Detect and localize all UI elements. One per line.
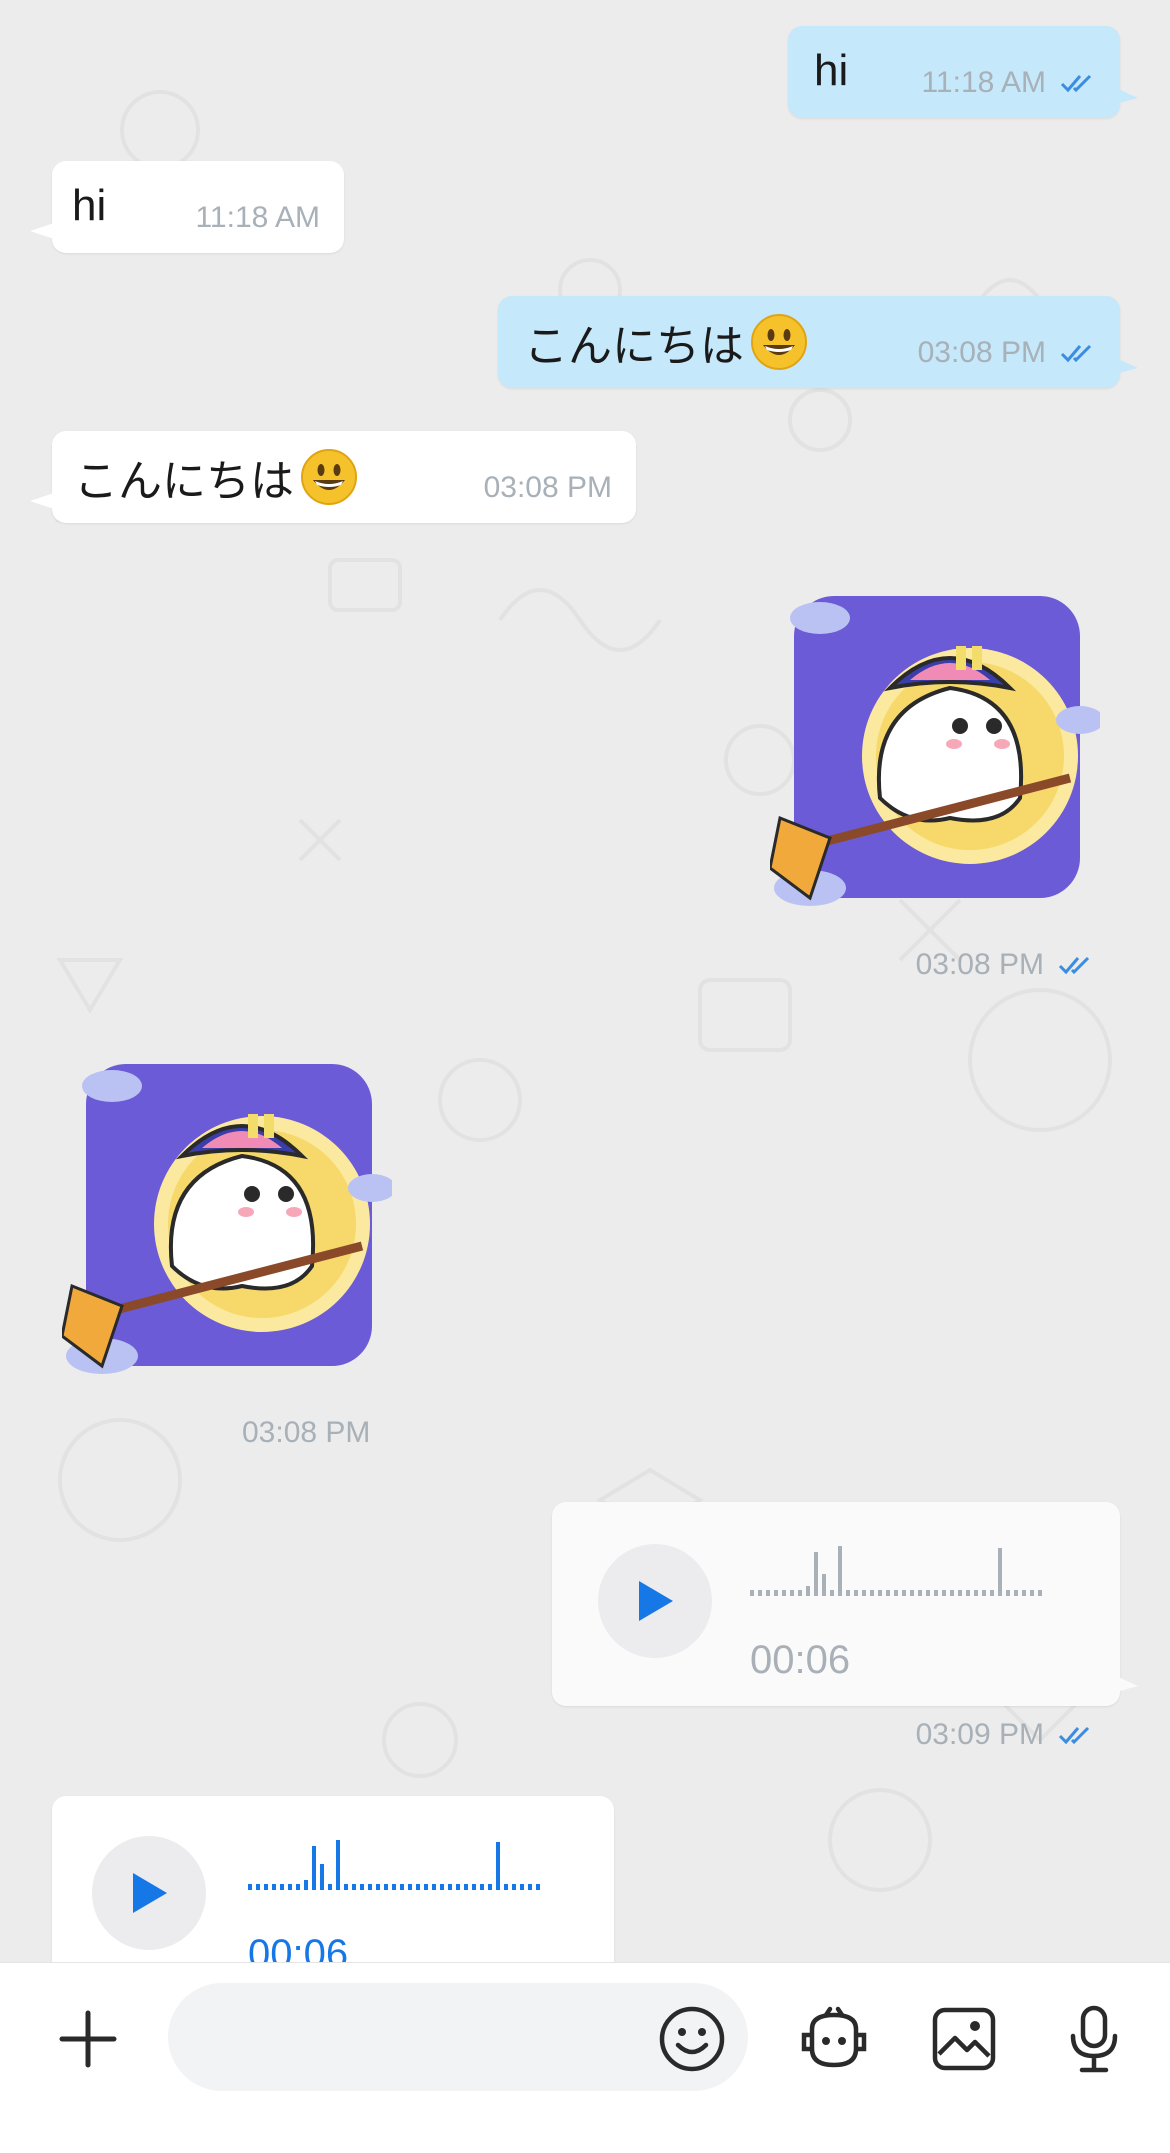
message-text: hi: [72, 181, 107, 230]
timestamp: 03:08 PM: [242, 1416, 371, 1449]
bubble-tail: [1116, 88, 1138, 104]
message-time: 03:08 PM: [916, 948, 1098, 982]
message-time: 03:09 PM: [916, 1718, 1098, 1752]
chat-area[interactable]: hi 11:18 AM hi 11:18 AM こんにちは 03:08 PM こ…: [0, 0, 1170, 1962]
microphone-icon: [1070, 2005, 1118, 2073]
emoji-button[interactable]: [652, 1999, 732, 2079]
bubble-tail: [1116, 358, 1138, 374]
bubble-tail: [30, 493, 54, 509]
message-text: こんにちは: [524, 310, 808, 374]
gallery-button[interactable]: [924, 1999, 1004, 2079]
message-bubble-outgoing[interactable]: hi 11:18 AM: [788, 26, 1138, 118]
emoji-icon: [659, 2006, 725, 2072]
voice-duration: 00:06: [750, 1638, 851, 1682]
grinning-face-emoji-icon: [301, 449, 357, 505]
play-button[interactable]: [92, 1836, 206, 1950]
timestamp: 03:09 PM: [915, 1718, 1044, 1751]
message-bubble-incoming[interactable]: hi 11:18 AM: [30, 161, 344, 253]
timestamp: 03:08 PM: [483, 471, 612, 504]
message-time: 11:18 AM: [921, 66, 1100, 100]
message-text: こんにちは: [74, 445, 358, 509]
sticker-robot-icon: [801, 2006, 867, 2068]
message-text-content: こんにちは: [524, 322, 744, 371]
waveform: [750, 1546, 1042, 1596]
bubble-tail: [1116, 1676, 1138, 1692]
message-text: hi: [814, 46, 849, 95]
voice-message-outgoing[interactable]: 00:06: [552, 1502, 1138, 1706]
timestamp: 03:08 PM: [917, 336, 1046, 369]
message-bubble-outgoing[interactable]: こんにちは 03:08 PM: [498, 296, 1138, 388]
timestamp: 11:18 AM: [921, 66, 1046, 99]
grinning-face-emoji-icon: [751, 314, 807, 370]
bubble-tail: [30, 223, 54, 239]
read-receipt-icon: [1058, 956, 1090, 975]
plus-icon: [59, 2010, 117, 2068]
timestamp: 03:08 PM: [915, 948, 1044, 981]
gallery-icon: [932, 2007, 996, 2071]
read-receipt-icon: [1060, 74, 1092, 93]
message-text-content: こんにちは: [74, 457, 294, 506]
play-icon: [639, 1581, 673, 1621]
voice-duration: 00:06: [248, 1932, 349, 1962]
play-button[interactable]: [598, 1544, 712, 1658]
plus-button[interactable]: [50, 2001, 126, 2077]
message-bubble-incoming[interactable]: こんにちは 03:08 PM: [30, 431, 636, 523]
waveform: [248, 1840, 540, 1890]
voice-message-incoming[interactable]: 00:06: [52, 1796, 614, 1962]
sticker-button[interactable]: [794, 1999, 874, 2079]
ghost-witch-broom-sticker[interactable]: [62, 1056, 392, 1386]
message-time: 03:08 PM: [918, 336, 1100, 370]
composer-bar: [0, 1962, 1170, 2153]
ghost-witch-broom-sticker[interactable]: [770, 588, 1100, 918]
read-receipt-icon: [1058, 1726, 1090, 1745]
timestamp: 11:18 AM: [195, 201, 320, 234]
read-receipt-icon: [1060, 344, 1092, 363]
microphone-button[interactable]: [1054, 1999, 1134, 2079]
play-icon: [133, 1873, 167, 1913]
